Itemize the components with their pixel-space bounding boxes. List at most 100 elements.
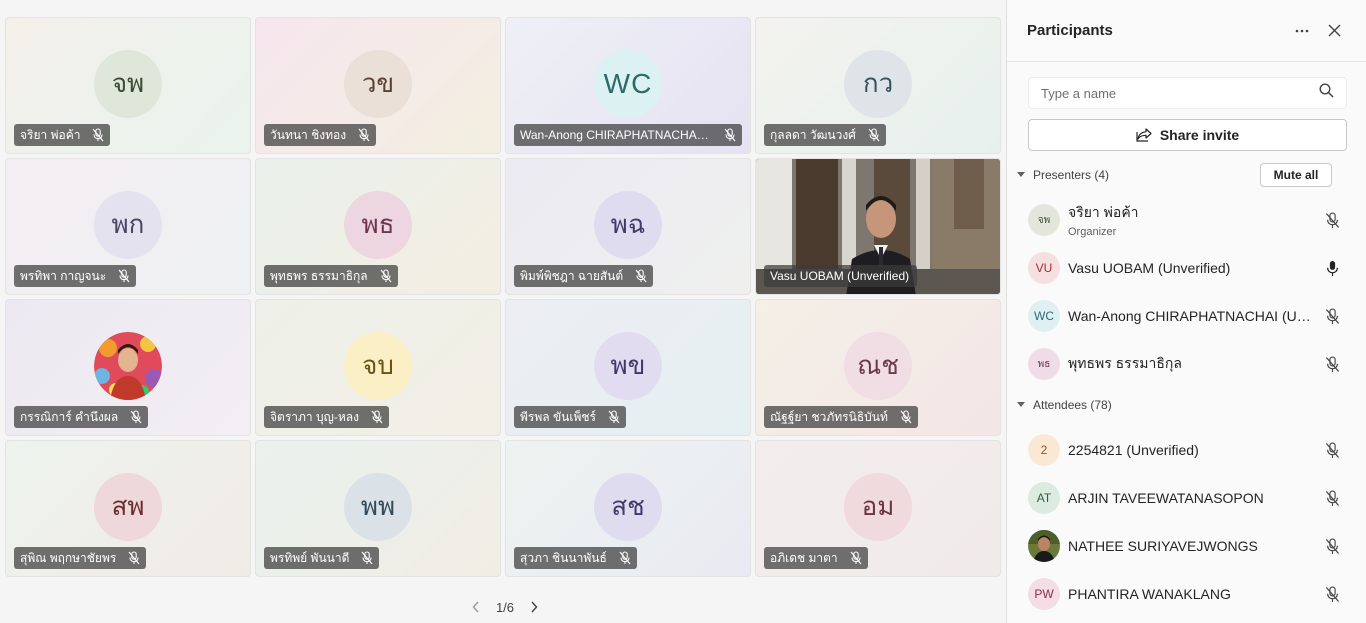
participant-name: พิมพ์พิชฎา ฉายสันต์ xyxy=(520,268,624,283)
avatar: อม xyxy=(844,472,912,541)
mute-all-button[interactable]: Mute all xyxy=(1260,163,1332,187)
next-page-icon[interactable] xyxy=(528,600,540,614)
participant-tile[interactable]: พธพุทธพร ธรรมาธิกุล xyxy=(255,158,501,295)
video-grid: จพ จริยา พ่อค้า วข วันทนา ชิงทอง WC Wan-Anong… xyxy=(0,0,1006,590)
participant-tile[interactable]: พพ พรทิพย์ พันนาดี xyxy=(255,440,501,577)
avatar: VU xyxy=(1028,252,1060,284)
participant-row[interactable]: 2 2254821 (Unverified) xyxy=(1028,430,1348,470)
avatar: AT xyxy=(1028,482,1060,514)
participant-info: NATHEE SURIYAVEJWONGS xyxy=(1068,538,1314,554)
participant-row[interactable]: VU Vasu UOBAM (Unverified) xyxy=(1028,248,1348,288)
participant-name: อภิเดช มาตา xyxy=(770,550,838,565)
mic-muted-icon[interactable] xyxy=(1322,210,1342,230)
participant-row[interactable]: จพ จริยา พ่อค้า Organizer xyxy=(1028,200,1348,240)
share-icon xyxy=(1136,128,1152,142)
participant-tile[interactable]: อมอภิเดช มาตา xyxy=(755,440,1001,577)
participant-name-tag: พีรพล ขันเพ็ชร์ xyxy=(514,406,626,428)
participant-tile[interactable]: พก พรทิพา กาญจนะ xyxy=(5,158,251,295)
participant-name-tag: สุวภา ชินนาพันธ์ xyxy=(514,547,637,569)
participant-name: จริยา พ่อค้า xyxy=(20,127,81,142)
participant-tile[interactable]: จบจิตราภา บุญ-หลง xyxy=(255,299,501,436)
mic-muted-icon xyxy=(371,410,383,424)
participant-tile[interactable]: จพ จริยา พ่อค้า xyxy=(5,17,251,154)
participant-name-tag: กรรณิการ์ คำนึงผล xyxy=(14,406,149,428)
avatar: ณช xyxy=(844,331,912,400)
mic-muted-icon xyxy=(118,269,130,283)
participant-name-tag: พุทธพร ธรรมาธิกุล xyxy=(264,265,398,287)
participant-role: Organizer xyxy=(1068,226,1117,238)
search-box[interactable] xyxy=(1028,77,1347,109)
participant-info: จริยา พ่อค้า Organizer xyxy=(1068,202,1314,238)
participant-tile[interactable]: กว กุลลดา วัฒนวงศ์ xyxy=(755,17,1001,154)
participant-info: Vasu UOBAM (Unverified) xyxy=(1068,260,1314,276)
participant-row[interactable]: PW PHANTIRA WANAKLANG xyxy=(1028,574,1348,614)
avatar: พธ xyxy=(344,190,412,259)
avatar: 2 xyxy=(1028,434,1060,466)
mic-muted-icon xyxy=(92,128,104,142)
search-input[interactable] xyxy=(1041,85,1319,101)
previous-page-icon[interactable] xyxy=(470,600,482,614)
more-options-icon[interactable] xyxy=(1290,19,1314,43)
participant-info: Wan-Anong CHIRAPHATNACHAI (Un... xyxy=(1068,308,1314,324)
participant-tile[interactable]: ณชณัฐฐ์ยา ชวภัทรนิธิบันท์ xyxy=(755,299,1001,436)
participant-video-tile[interactable]: Vasu UOBAM (Unverified) xyxy=(755,158,1001,295)
participant-name: สุพิณ พฤกษาชัยพร xyxy=(20,550,117,565)
participant-name: จริยา พ่อค้า xyxy=(1068,204,1139,220)
participant-tile[interactable]: วข วันทนา ชิงทอง xyxy=(255,17,501,154)
participant-tile[interactable]: สช สุวภา ชินนาพันธ์ xyxy=(505,440,751,577)
mic-muted-icon xyxy=(619,551,631,565)
participant-tile[interactable]: พฉพิมพ์พิชฎา ฉายสันต์ xyxy=(505,158,751,295)
avatar: พฉ xyxy=(594,190,662,259)
mic-muted-icon[interactable] xyxy=(1322,440,1342,460)
participant-name: Vasu UOBAM (Unverified) xyxy=(770,269,910,283)
mic-on-icon[interactable] xyxy=(1322,258,1342,278)
participant-name: จิตราภา บุญ-หลง xyxy=(270,409,359,424)
mic-muted-icon xyxy=(130,410,142,424)
mic-muted-icon[interactable] xyxy=(1322,306,1342,326)
caret-down-icon xyxy=(1015,400,1027,410)
participant-tile[interactable]: พข พีรพล ขันเพ็ชร์ xyxy=(505,299,751,436)
mic-muted-icon[interactable] xyxy=(1322,536,1342,556)
avatar: จบ xyxy=(344,331,412,400)
mic-muted-icon[interactable] xyxy=(1322,584,1342,604)
participant-name-tag: Vasu UOBAM (Unverified) xyxy=(764,265,918,287)
participant-name: Vasu UOBAM (Unverified) xyxy=(1068,260,1231,276)
mic-muted-icon[interactable] xyxy=(1322,354,1342,374)
participant-name-tag: จริยา พ่อค้า xyxy=(14,124,111,146)
participant-tile[interactable]: กรรณิการ์ คำนึงผล xyxy=(5,299,251,436)
participant-row[interactable]: WC Wan-Anong CHIRAPHATNACHAI (Un... xyxy=(1028,296,1348,336)
mic-muted-icon xyxy=(608,410,620,424)
participant-name-tag: สุพิณ พฤกษาชัยพร xyxy=(14,547,147,569)
participant-name: ณัฐฐ์ยา ชวภัทรนิธิบันท์ xyxy=(770,409,888,424)
participant-row[interactable]: พธ พุทธพร ธรรมาธิกุล xyxy=(1028,344,1348,384)
close-icon[interactable] xyxy=(1322,19,1346,43)
share-invite-label: Share invite xyxy=(1159,127,1240,143)
participant-tile[interactable]: WC Wan-Anong CHIRAPHATNACHAI ... xyxy=(505,17,751,154)
participant-name: PHANTIRA WANAKLANG xyxy=(1068,586,1231,602)
participant-name-tag: ณัฐฐ์ยา ชวภัทรนิธิบันท์ xyxy=(764,406,918,428)
panel-title: Participants xyxy=(1027,22,1113,39)
participant-tile[interactable]: สพ สุพิณ พฤกษาชัยพร xyxy=(5,440,251,577)
attendees-section-toggle[interactable]: Attendees (78) xyxy=(1015,395,1112,415)
participant-name-tag: วันทนา ชิงทอง xyxy=(264,124,377,146)
mic-muted-icon xyxy=(128,551,140,565)
search-icon[interactable] xyxy=(1319,83,1334,103)
share-invite-button[interactable]: Share invite xyxy=(1028,119,1347,151)
mic-muted-icon xyxy=(868,128,880,142)
presenters-section-toggle[interactable]: Presenters (4) xyxy=(1015,165,1109,185)
mic-muted-icon xyxy=(358,128,370,142)
panel-header: Participants xyxy=(1007,0,1366,62)
avatar: พก xyxy=(94,190,162,259)
mic-muted-icon xyxy=(635,269,647,283)
participant-row[interactable]: NATHEE SURIYAVEJWONGS xyxy=(1028,526,1348,566)
participant-info: ARJIN TAVEEWATANASOPON xyxy=(1068,490,1314,506)
participant-name: 2254821 (Unverified) xyxy=(1068,442,1199,458)
participant-name-tag: พิมพ์พิชฎา ฉายสันต์ xyxy=(514,265,654,287)
participant-name: วันทนา ชิงทอง xyxy=(270,127,347,142)
participant-name-tag: กุลลดา วัฒนวงศ์ xyxy=(764,124,886,146)
participant-row[interactable]: AT ARJIN TAVEEWATANASOPON xyxy=(1028,478,1348,518)
participant-name: Wan-Anong CHIRAPHATNACHAI (Un... xyxy=(1068,308,1314,324)
mic-muted-icon xyxy=(361,551,373,565)
participant-info: PHANTIRA WANAKLANG xyxy=(1068,586,1314,602)
mic-muted-icon[interactable] xyxy=(1322,488,1342,508)
